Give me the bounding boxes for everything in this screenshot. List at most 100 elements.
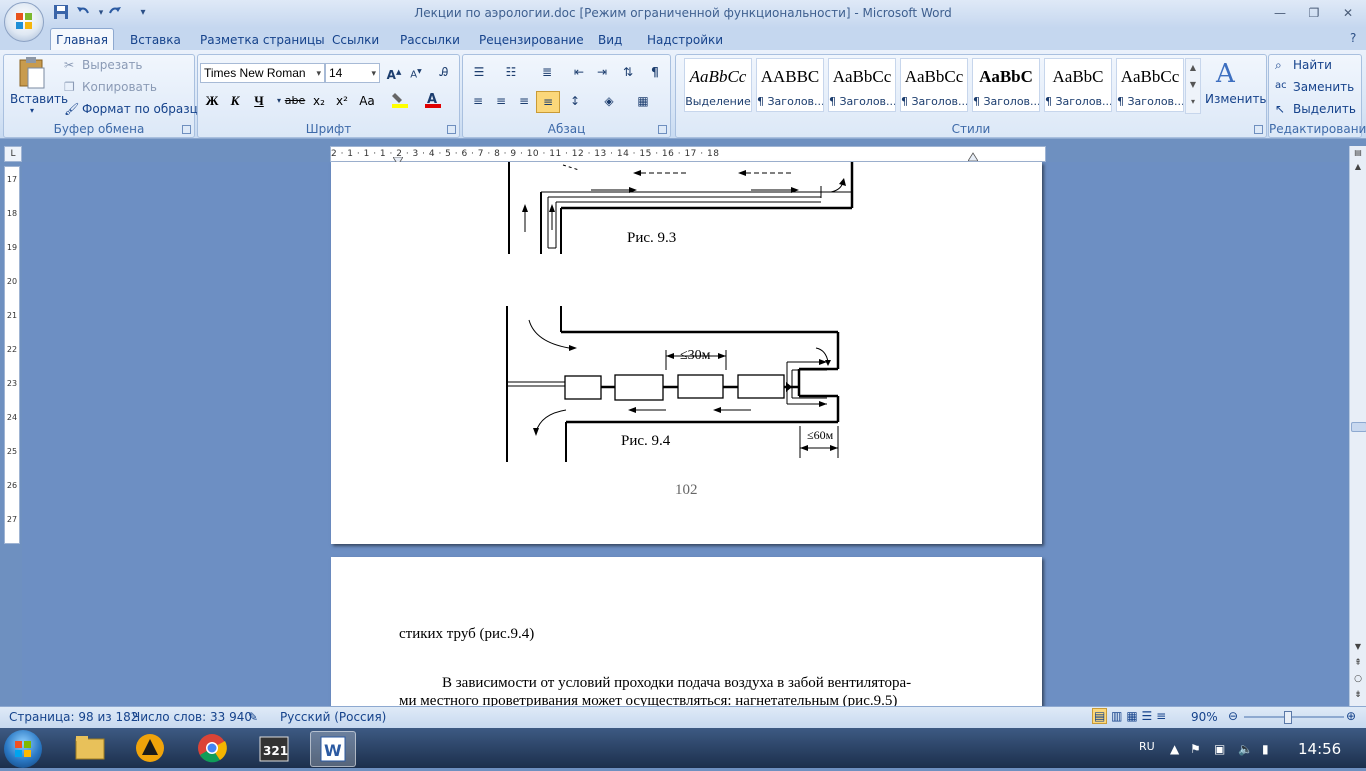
chevron-down-icon[interactable]: ▾ bbox=[316, 64, 321, 82]
minimize-icon[interactable]: — bbox=[1270, 4, 1290, 22]
chrome-icon[interactable] bbox=[190, 731, 234, 765]
zoom-out-icon[interactable]: ⊖ bbox=[1228, 709, 1238, 723]
spelling-check-icon[interactable]: ✎ bbox=[248, 710, 258, 724]
bullets-icon[interactable]: ☰ bbox=[468, 62, 490, 82]
subscript-button[interactable]: x₂ bbox=[308, 91, 330, 111]
action-center-icon[interactable]: ⚑ bbox=[1190, 742, 1201, 756]
style-item[interactable]: AABBC ¶ Заголов... bbox=[756, 58, 824, 112]
font-size-field[interactable]: 14 ▾ bbox=[325, 63, 380, 83]
chevron-down-icon[interactable]: ▾ bbox=[30, 106, 34, 115]
input-language[interactable]: RU bbox=[1139, 740, 1155, 753]
paste-button[interactable]: Вставить bbox=[10, 92, 68, 106]
find-button[interactable]: Найти bbox=[1293, 58, 1332, 72]
align-center-icon[interactable]: ≡ bbox=[490, 91, 512, 111]
horizontal-ruler[interactable]: 2 · 1 · 1 · 1 · 2 · 3 · 4 · 5 · 6 · 7 · … bbox=[330, 146, 1046, 162]
style-item[interactable]: AaBbCc Выделение bbox=[684, 58, 752, 112]
tab-review[interactable]: Рецензирование bbox=[479, 30, 584, 50]
full-screen-reading-icon[interactable]: ▥ bbox=[1111, 709, 1122, 723]
shrink-font-button[interactable]: A▼ bbox=[405, 62, 427, 82]
style-item[interactable]: AaBbCc ¶ Заголов... bbox=[900, 58, 968, 112]
multilevel-list-icon[interactable]: ≣ bbox=[536, 62, 558, 82]
explorer-icon[interactable] bbox=[68, 731, 112, 765]
align-left-icon[interactable]: ≡ bbox=[467, 91, 489, 111]
strikethrough-button[interactable]: abe bbox=[284, 91, 306, 111]
style-item[interactable]: AaBbCc ¶ Заголов... bbox=[828, 58, 896, 112]
chevron-down-icon[interactable]: ▾ bbox=[371, 64, 376, 82]
zoom-in-icon[interactable]: ⊕ bbox=[1346, 709, 1356, 723]
change-case-button[interactable]: Aa bbox=[356, 91, 378, 111]
italic-button[interactable]: К bbox=[224, 91, 246, 111]
tab-references[interactable]: Ссылки bbox=[332, 30, 379, 50]
scroll-down-icon[interactable]: ▼ bbox=[1352, 642, 1364, 654]
dialog-launcher-icon[interactable] bbox=[447, 125, 456, 134]
language-status[interactable]: Русский (Россия) bbox=[280, 710, 386, 724]
pilcrow-button[interactable]: ¶ bbox=[644, 62, 666, 82]
line-spacing-icon[interactable]: ↕ bbox=[564, 91, 586, 111]
vertical-scrollbar[interactable]: ▤ ▲ ▼ ⇞ ○ ⇟ bbox=[1349, 146, 1366, 706]
increase-indent-icon[interactable]: ⇥ bbox=[591, 62, 613, 82]
tab-addins[interactable]: Надстройки bbox=[647, 30, 723, 50]
tab-insert[interactable]: Вставка bbox=[130, 30, 181, 50]
aimp-icon[interactable] bbox=[128, 731, 172, 765]
paste-icon[interactable] bbox=[18, 56, 50, 90]
help-icon[interactable]: ? bbox=[1350, 31, 1356, 45]
font-name-field[interactable]: Times New Roman ▾ bbox=[200, 63, 325, 83]
previous-page-icon[interactable]: ⇞ bbox=[1352, 658, 1364, 670]
tab-home[interactable]: Главная bbox=[50, 28, 114, 51]
numbering-icon[interactable]: ☷ bbox=[500, 62, 522, 82]
battery-icon[interactable]: ▮ bbox=[1262, 742, 1269, 756]
align-right-icon[interactable]: ≡ bbox=[513, 91, 535, 111]
volume-icon[interactable]: 🔈 bbox=[1238, 742, 1253, 756]
borders-icon[interactable]: ▦ bbox=[632, 91, 654, 111]
document-page[interactable]: стиких труб (рис.9.4) В зависимости от у… bbox=[331, 557, 1042, 717]
scroll-thumb[interactable] bbox=[1351, 422, 1366, 432]
close-icon[interactable]: ✕ bbox=[1338, 4, 1358, 22]
style-item[interactable]: AaBbC ¶ Заголов... bbox=[1044, 58, 1112, 112]
clear-format-icon[interactable]: Ꭿ bbox=[433, 62, 455, 82]
dialog-launcher-icon[interactable] bbox=[182, 125, 191, 134]
change-styles-icon[interactable]: A bbox=[1214, 58, 1244, 91]
draft-icon[interactable]: ≡ bbox=[1156, 709, 1166, 723]
tray-expand-icon[interactable]: ▲ bbox=[1170, 742, 1179, 756]
windows-start-icon[interactable] bbox=[4, 730, 42, 768]
ruler-view-icon[interactable]: ▤ bbox=[1352, 148, 1364, 160]
outline-icon[interactable]: ☰ bbox=[1142, 709, 1153, 723]
tab-view[interactable]: Вид bbox=[598, 30, 622, 50]
dialog-launcher-icon[interactable] bbox=[658, 125, 667, 134]
dialog-launcher-icon[interactable] bbox=[1254, 125, 1263, 134]
style-item[interactable]: AaBbC ¶ Заголов... bbox=[972, 58, 1040, 112]
tab-selector[interactable]: L bbox=[4, 146, 22, 162]
highlight-icon[interactable] bbox=[389, 91, 411, 111]
decrease-indent-icon[interactable]: ⇤ bbox=[568, 62, 590, 82]
sort-icon[interactable]: ⇅ bbox=[617, 62, 639, 82]
word-taskbar-icon[interactable]: W bbox=[310, 731, 356, 767]
replace-button[interactable]: Заменить bbox=[1293, 80, 1354, 94]
tab-page-layout[interactable]: Разметка страницы bbox=[200, 30, 325, 50]
shading-icon[interactable]: ◈ bbox=[598, 91, 620, 111]
right-indent-marker[interactable] bbox=[967, 150, 979, 162]
justify-icon[interactable]: ≡ bbox=[536, 91, 560, 113]
style-item[interactable]: AaBbCc ¶ Заголов... bbox=[1116, 58, 1184, 112]
select-button[interactable]: Выделить bbox=[1293, 102, 1356, 116]
font-color-icon[interactable]: A bbox=[422, 91, 444, 111]
next-page-icon[interactable]: ⇟ bbox=[1352, 690, 1364, 702]
format-painter-button[interactable]: Формат по образцу bbox=[82, 102, 205, 116]
grow-font-button[interactable]: A▲ bbox=[383, 62, 405, 82]
office-button[interactable] bbox=[4, 2, 44, 42]
tab-mailings[interactable]: Рассылки bbox=[400, 30, 460, 50]
cut-button[interactable]: Вырезать bbox=[82, 58, 143, 72]
bold-button[interactable]: Ж bbox=[201, 91, 223, 111]
page-count-status[interactable]: Страница: 98 из 182 bbox=[9, 710, 138, 724]
select-browse-object-icon[interactable]: ○ bbox=[1352, 674, 1364, 686]
vertical-ruler[interactable]: 17 18 19 20 21 22 23 24 25 26 27 bbox=[4, 166, 20, 544]
zoom-slider[interactable] bbox=[1244, 716, 1344, 718]
word-count-status[interactable]: Число слов: 33 940 bbox=[132, 710, 252, 724]
zoom-level[interactable]: 90% bbox=[1191, 710, 1218, 724]
document-page[interactable]: Рис. 9.3 ≤30м ≤60м Рис. 9.4 102 bbox=[331, 162, 1042, 544]
zoom-slider-thumb[interactable] bbox=[1284, 711, 1292, 724]
scroll-up-icon[interactable]: ▲ bbox=[1352, 162, 1364, 174]
superscript-button[interactable]: x² bbox=[331, 91, 353, 111]
print-layout-icon[interactable]: ▤ bbox=[1092, 708, 1108, 724]
underline-button[interactable]: Ч bbox=[248, 91, 270, 111]
clock[interactable]: 14:56 bbox=[1298, 740, 1341, 758]
